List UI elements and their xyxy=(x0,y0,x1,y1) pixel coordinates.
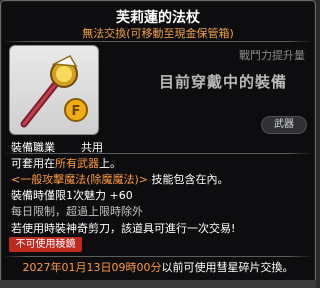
desc-line-4: 每日限制，超過上限時除外 xyxy=(11,205,143,218)
header-divider xyxy=(3,41,313,42)
expiry-notice: 2027年01月13日09時00分以前可使用彗星碎片交換。 xyxy=(1,259,315,275)
tradeability-label: 無法交換(可移動至現金保管箱) xyxy=(82,27,234,40)
desc-line-2-highlight: <一般攻擊魔法(除魔魔法)> xyxy=(11,173,149,186)
body-divider xyxy=(3,153,313,154)
expiry-suffix: 以前可使用彗星碎片交換。 xyxy=(161,261,294,274)
desc-line-3: 裝備時僅限1次魅力 +60 xyxy=(11,189,133,202)
compare-equipped-text: 目前穿戴中的裝備 xyxy=(158,73,287,91)
category-badge: 武器 xyxy=(261,116,307,134)
svg-text:F: F xyxy=(72,104,81,119)
background-window-strip xyxy=(0,280,316,288)
item-name: 芙莉蓮的法杖 xyxy=(116,10,200,26)
desc-line-1-prefix: 可套用在 xyxy=(11,157,55,170)
desc-line-1-highlight: 所有武器 xyxy=(55,157,99,170)
staff-icon: F xyxy=(20,55,88,128)
prism-warning: 不可使用稜鏡 xyxy=(9,237,82,252)
expiry-date: 2027年01月13日09時00分 xyxy=(22,261,162,274)
desc-line-1: 可套用在所有武器上。 xyxy=(11,155,121,171)
combat-power-label: 戰鬥力提升量 xyxy=(239,49,305,62)
desc-line-5: 若使用時裝神奇剪刀，該道具可進行一次交易! xyxy=(11,222,236,235)
desc-line-1-suffix: 上。 xyxy=(99,157,121,170)
item-icon-frame: F xyxy=(9,45,99,135)
desc-line-2: <一般攻擊魔法(除魔魔法)> 技能包含在內。 xyxy=(11,171,229,187)
desc-line-2-suffix: 技能包含在內。 xyxy=(151,173,229,186)
item-tooltip: 芙莉蓮的法杖 無法交換(可移動至現金保管箱) F 戰鬥力提升量 目前穿戴中的裝備… xyxy=(0,0,316,288)
footer-divider xyxy=(3,256,313,257)
